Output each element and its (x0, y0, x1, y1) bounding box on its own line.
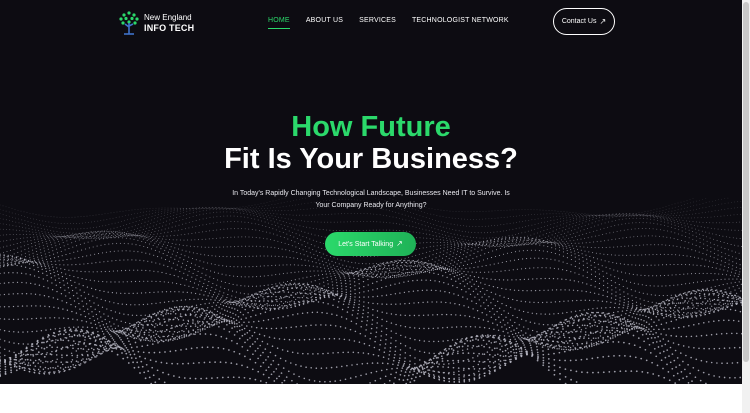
nav-home[interactable]: HOME (268, 17, 290, 29)
cta-label: Let's Start Talking (338, 240, 394, 248)
contact-us-label: Contact Us (561, 18, 597, 25)
scrollbar-thumb[interactable] (743, 2, 749, 362)
arrow-up-right-icon: ↗ (396, 239, 403, 248)
arrow-up-right-icon: ↗ (599, 16, 607, 26)
hero-subtitle: In Today's Rapidly Changing Technologica… (232, 190, 510, 209)
page-scrollbar[interactable] (742, 0, 750, 413)
nav-services[interactable]: SERVICES (359, 17, 396, 24)
hero-title-line-2: Fit Is Your Business? (224, 143, 518, 175)
tree-logo-icon (119, 11, 139, 35)
site-logo[interactable]: New England INFO TECH (118, 8, 194, 38)
logo-line-1: New England (144, 13, 192, 22)
hero-title-line-1: How Future (291, 111, 451, 143)
page-bottom-strip (0, 384, 742, 413)
nav-technologist-network[interactable]: TECHNOLOGIST NETWORK (412, 17, 509, 24)
logo-line-2: INFO TECH (144, 23, 195, 33)
contact-us-button[interactable]: Contact Us ↗ (553, 8, 615, 35)
main-nav: HOME ABOUT US SERVICES TECHNOLOGIST NETW… (268, 17, 509, 29)
lets-start-talking-button[interactable]: Let's Start Talking ↗ (325, 232, 416, 256)
logo-text: New England INFO TECH (144, 13, 194, 33)
nav-about-us[interactable]: ABOUT US (306, 17, 343, 24)
hero-section: New England INFO TECH HOME ABOUT US SERV… (0, 0, 742, 384)
